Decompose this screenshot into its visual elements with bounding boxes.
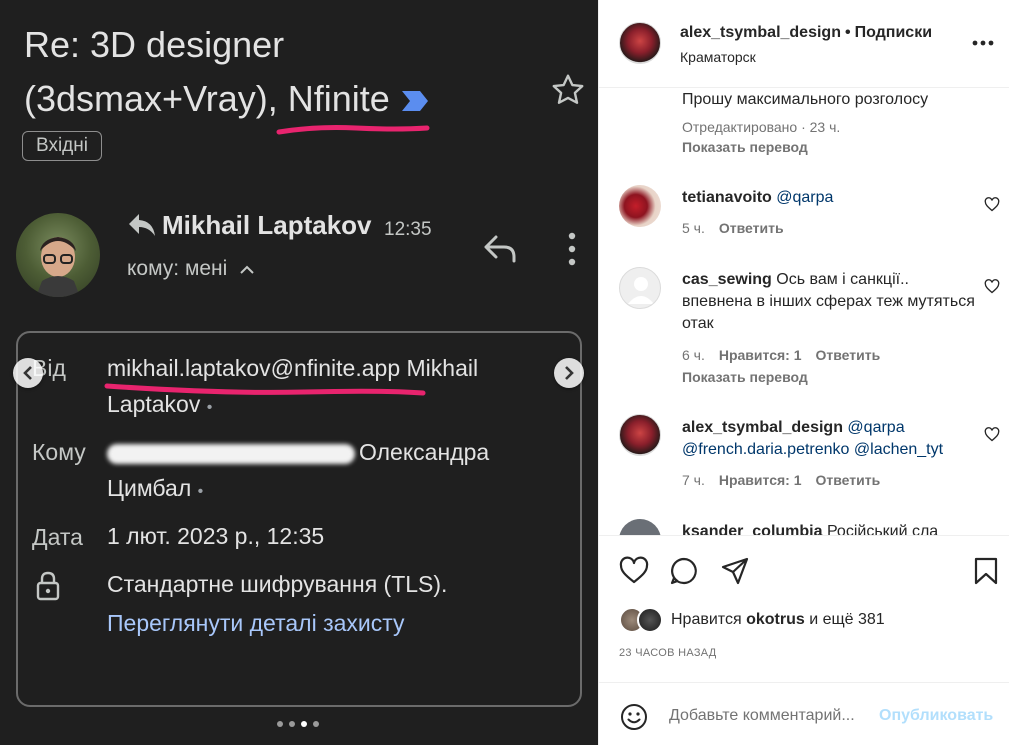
post-location[interactable]: Краматорск: [680, 49, 756, 65]
redacted-email: [107, 443, 355, 464]
publish-button[interactable]: Опубликовать: [879, 707, 993, 725]
carousel-dots: [277, 721, 319, 727]
comment-meta: 6 ч. Нравится: 1 Ответить: [682, 347, 881, 363]
like-comment-icon[interactable]: [984, 427, 1000, 442]
share-icon[interactable]: [720, 556, 750, 586]
comment-meta: 5 ч. Ответить: [682, 220, 784, 236]
comment-avatar[interactable]: [619, 519, 661, 535]
highlight-underline: [276, 125, 430, 135]
security-details-link[interactable]: Переглянути деталі захисту: [107, 610, 405, 637]
comment-avatar[interactable]: [619, 414, 661, 456]
comment-text: ksander_columbia Російський сла: [682, 523, 939, 535]
to-label: Кому: [32, 439, 86, 465]
lock-icon: [36, 571, 60, 601]
author-avatar[interactable]: [619, 22, 661, 64]
email-photo: Re: 3D designer (3dsmax+Vray), Nfinite В…: [0, 0, 598, 745]
bookmark-icon[interactable]: [971, 556, 1001, 586]
carousel-next-button[interactable]: [554, 358, 584, 388]
date-value: 1 лют. 2023 р., 12:35: [107, 523, 325, 549]
post-header: alex_tsymbal_design • Подписки Краматорск: [599, 0, 1009, 88]
comment-avatar[interactable]: [619, 185, 661, 227]
date-label: Дата: [32, 524, 83, 550]
sender-avatar[interactable]: [16, 213, 100, 297]
likes-summary[interactable]: Нравится okotrus и ещё 381: [671, 611, 885, 629]
smile-icon[interactable]: [620, 703, 648, 731]
chevron-up-icon: [240, 266, 255, 275]
info-dot-icon: •: [206, 399, 213, 416]
comment-avatar[interactable]: [619, 267, 661, 309]
instagram-panel: alex_tsymbal_design • Подписки Краматорск …: [598, 0, 1009, 745]
comment-text: cas_sewing Ось вам і санкції.. впевнена …: [682, 271, 975, 332]
author-username: alex_tsymbal_design • Подписки: [680, 24, 933, 41]
comment-text: tetianavoito @qarpa: [682, 189, 834, 206]
post-time[interactable]: 23 ЧАСОВ НАЗАД: [619, 647, 717, 659]
important-marker-icon[interactable]: [400, 89, 430, 113]
highlight-underline: [104, 383, 426, 396]
post-actions: Нравится okotrus и ещё 381 23 ЧАСОВ НАЗА…: [599, 535, 1009, 682]
encryption-text: Стандартне шифрування (TLS).: [107, 571, 448, 597]
comment-text: alex_tsymbal_design @qarpa @french.daria…: [682, 419, 944, 458]
carousel-prev-button[interactable]: [13, 358, 43, 388]
sender-name: Mikhail Laptakov: [162, 210, 372, 240]
following-button[interactable]: Подписки: [855, 24, 932, 41]
comment-icon[interactable]: [669, 556, 699, 586]
comment-input[interactable]: [669, 701, 879, 731]
recipient-toggle[interactable]: кому: мені: [127, 257, 255, 281]
email-subject: Re: 3D designer (3dsmax+Vray), Nfinite: [24, 18, 524, 126]
reply-icon[interactable]: [482, 233, 518, 265]
comment-meta: 7 ч. Нравится: 1 Ответить: [682, 472, 881, 488]
more-vertical-icon[interactable]: [566, 232, 578, 266]
star-icon[interactable]: [550, 72, 586, 108]
caption-text: Прошу максимального розголосу: [682, 91, 929, 108]
like-comment-icon[interactable]: [984, 279, 1000, 294]
sender-photo-icon: [36, 237, 80, 297]
replied-icon: [129, 214, 155, 236]
chevron-right-icon: [565, 366, 574, 380]
like-comment-icon[interactable]: [984, 197, 1000, 212]
show-translation-button[interactable]: Показать перевод: [682, 139, 808, 155]
to-value: Олександра Цимбал •: [107, 439, 490, 501]
show-translation-button[interactable]: Показать перевод: [682, 369, 808, 385]
comments-list[interactable]: Прошу максимального розголосу Отредактир…: [599, 89, 1009, 535]
heart-icon[interactable]: [619, 556, 649, 586]
sender-time: 12:35: [384, 219, 432, 240]
comment-composer: Опубликовать: [599, 682, 1009, 745]
info-dot-icon: •: [197, 483, 204, 500]
more-horizontal-icon[interactable]: [972, 40, 994, 46]
comment-meta: Отредактировано · 23 ч.: [682, 119, 841, 135]
chevron-left-icon: [23, 366, 32, 380]
liker-avatar[interactable]: [637, 607, 663, 633]
default-avatar-icon: [628, 277, 654, 304]
inbox-label-chip[interactable]: Вхідні: [22, 131, 102, 161]
